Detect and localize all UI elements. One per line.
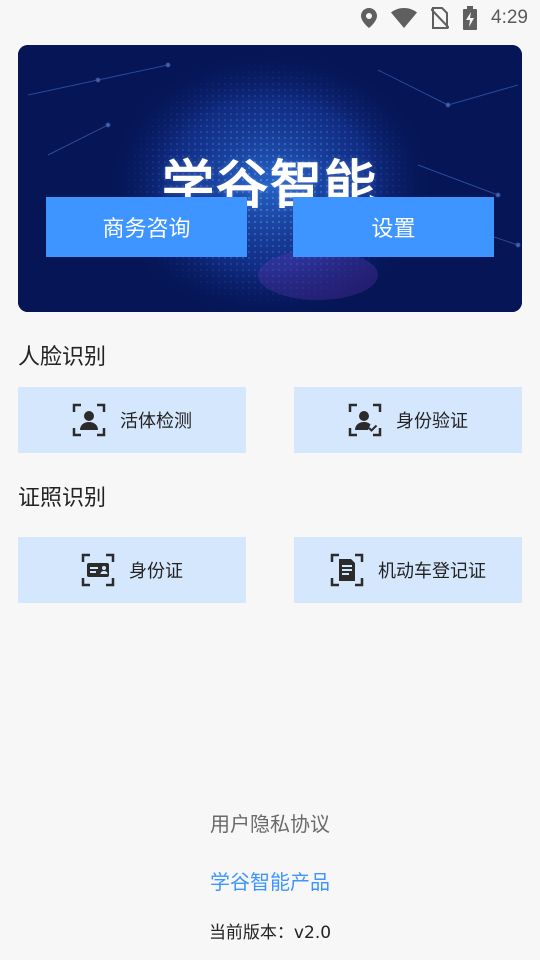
settings-button[interactable]: 设置	[293, 197, 494, 257]
no-sim-icon	[431, 7, 450, 29]
wifi-icon	[391, 8, 418, 28]
liveness-detection-label: 活体检测	[120, 411, 192, 432]
identity-verification-button[interactable]: 身份验证	[294, 387, 522, 453]
version-text: 当前版本：v2.0	[208, 923, 332, 943]
clock: 4:29	[491, 7, 528, 28]
face-section-title: 人脸识别	[18, 345, 107, 370]
privacy-policy-link[interactable]: 用户隐私协议	[0, 808, 540, 837]
products-link[interactable]: 学谷智能产品	[0, 866, 540, 895]
business-consult-button[interactable]: 商务咨询	[46, 197, 247, 257]
face-scan-icon	[72, 403, 106, 437]
identity-verification-label: 身份验证	[396, 411, 468, 432]
id-card-scan-icon	[81, 553, 115, 587]
vehicle-registration-button[interactable]: 机动车登记证	[294, 537, 522, 603]
liveness-detection-button[interactable]: 活体检测	[18, 387, 246, 453]
id-card-label: 身份证	[129, 561, 183, 582]
vehicle-registration-label: 机动车登记证	[378, 561, 486, 582]
banner: 学谷智能 商务咨询 设置	[18, 45, 522, 312]
id-card-button[interactable]: 身份证	[18, 537, 246, 603]
location-icon	[361, 8, 378, 28]
face-verify-icon	[348, 403, 382, 437]
id-section-title: 证照识别	[18, 486, 107, 511]
document-scan-icon	[330, 553, 364, 587]
battery-charging-icon	[463, 6, 478, 30]
status-bar: 4:29	[0, 0, 540, 36]
